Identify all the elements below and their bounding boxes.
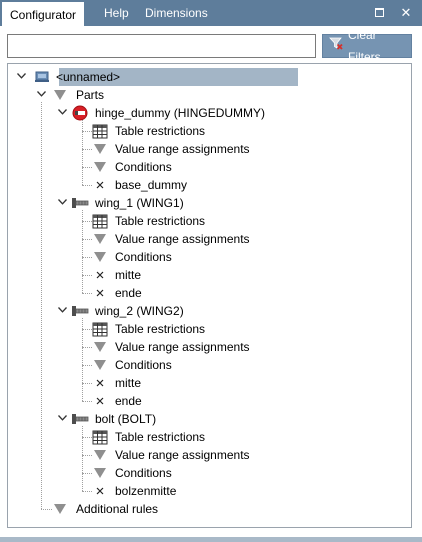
part-expand-toggle[interactable]: [56, 194, 68, 212]
tree-part-label: wing_1 (WING1): [95, 196, 184, 210]
tab-configurator[interactable]: Configurator: [2, 0, 85, 26]
part-expand-toggle[interactable]: [56, 104, 68, 122]
tree-child-label: Table restrictions: [115, 124, 206, 138]
tree-child-label: Conditions: [115, 466, 172, 480]
tab-dimensions[interactable]: Dimensions: [137, 0, 216, 26]
tree-child-label: ende: [115, 394, 142, 408]
filter-input[interactable]: [7, 34, 316, 58]
bottom-bar: [0, 537, 422, 542]
clear-filters-label: Clear Filters: [348, 28, 381, 64]
tree-child-label: Value range assignments: [115, 448, 250, 462]
clear-filters-button[interactable]: Clear Filters: [322, 28, 412, 64]
tree-child-label: Value range assignments: [115, 340, 250, 354]
tree-child-label: Conditions: [115, 358, 172, 372]
configuration-tree[interactable]: <unnamed> Parts hinge_dummy (HINGEDUMMY) Ta…: [7, 63, 412, 528]
tab-help[interactable]: Help: [96, 0, 137, 26]
tree-part-label: bolt (BOLT): [95, 412, 157, 426]
title-bar: Configurator Help Dimensions ✕: [0, 0, 422, 26]
tree-part-label: hinge_dummy (HINGEDUMMY): [95, 106, 266, 120]
tree-child-label: mitte: [115, 268, 142, 282]
tree-child-label: Conditions: [115, 250, 172, 264]
close-button[interactable]: ✕: [395, 0, 417, 26]
root-expand-toggle[interactable]: [15, 68, 27, 86]
tree-parts[interactable]: [52, 86, 172, 104]
tree-parts-label: Parts: [76, 88, 105, 102]
clear-filter-icon: [329, 35, 343, 57]
maximize-button[interactable]: [368, 0, 390, 26]
close-icon: ✕: [400, 5, 412, 20]
part-expand-toggle[interactable]: [56, 302, 68, 320]
tree-part-label: wing_2 (WING2): [95, 304, 184, 318]
tree-child-label: bolzenmitte: [115, 484, 177, 498]
maximize-icon: [374, 8, 384, 18]
tree-child-label: mitte: [115, 376, 142, 390]
tree-child-label: Value range assignments: [115, 142, 250, 156]
tree-child-label: Table restrictions: [115, 322, 206, 336]
tree-child-label: ende: [115, 286, 142, 300]
tree-child-label: Value range assignments: [115, 232, 250, 246]
tree-child-label: Table restrictions: [115, 430, 206, 444]
tree-additional-label: Additional rules: [76, 502, 159, 516]
tree-child-label: Conditions: [115, 160, 172, 174]
tree-child-label: base_dummy: [115, 178, 188, 192]
part-expand-toggle[interactable]: [56, 410, 68, 428]
tree-root-label: <unnamed>: [56, 70, 121, 84]
tree-child-label: Table restrictions: [115, 214, 206, 228]
